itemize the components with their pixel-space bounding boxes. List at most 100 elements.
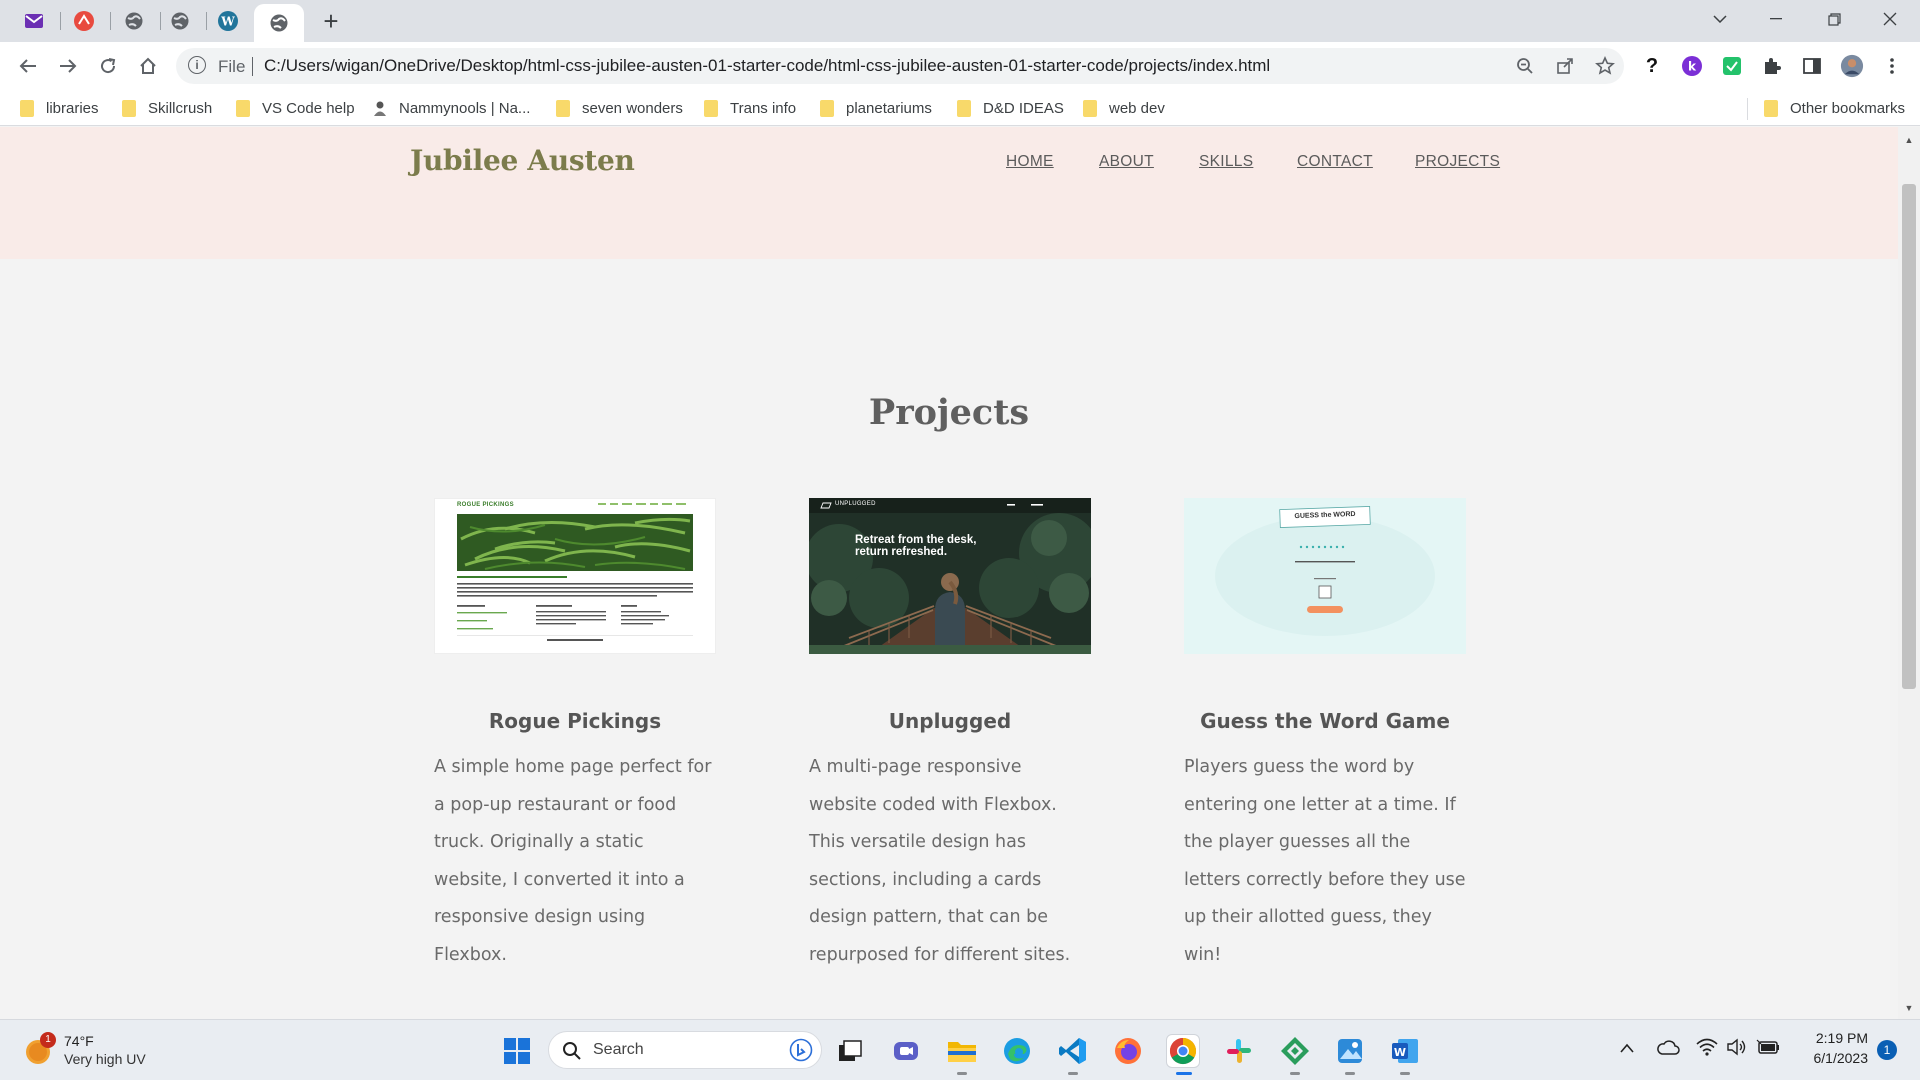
info-icon[interactable]: i: [188, 56, 206, 74]
photo-app-button[interactable]: [1333, 1034, 1367, 1068]
folder-icon: [957, 99, 971, 117]
nav-home[interactable]: HOME: [1006, 153, 1054, 171]
minimize-button[interactable]: [1748, 0, 1804, 38]
bookmark-nammynools[interactable]: Nammynools | Na...: [371, 97, 530, 119]
thumb-headline: Retreat from the desk, return refreshed.: [855, 534, 977, 558]
address-bar[interactable]: i File C:/Users/wigan/OneDrive/Desktop/h…: [176, 48, 1624, 84]
grammar-extension-icon[interactable]: [1720, 54, 1744, 78]
help-extension-icon[interactable]: ?: [1640, 54, 1664, 78]
tab-globe-1[interactable]: [112, 4, 156, 38]
teams-chat-button[interactable]: [889, 1034, 923, 1068]
globe-icon: [270, 14, 288, 32]
unplugged-screenshot[interactable]: UNPLUGGED Retreat from the desk, return …: [809, 498, 1091, 654]
battery-icon: [1756, 1039, 1779, 1054]
word-button[interactable]: W: [1388, 1034, 1422, 1068]
folder-icon: [1083, 99, 1097, 117]
nav-projects[interactable]: PROJECTS: [1415, 153, 1500, 171]
onedrive-tray[interactable]: [1656, 1038, 1680, 1061]
profile-avatar[interactable]: [1840, 54, 1864, 78]
photos-icon: [1338, 1039, 1362, 1063]
weather-widget[interactable]: 1 74°F Very high UV: [20, 1030, 170, 1072]
task-view-button[interactable]: [833, 1034, 867, 1068]
firefox-button[interactable]: [1111, 1034, 1145, 1068]
thumb-preview: [457, 503, 693, 641]
globe-icon: [171, 12, 189, 30]
app-logo-icon: [74, 11, 94, 31]
tab-mail[interactable]: [12, 4, 56, 38]
bookmark-planetariums[interactable]: planetariums: [820, 97, 932, 119]
bookmark-seven-wonders[interactable]: seven wonders: [556, 97, 683, 119]
scroll-thumb[interactable]: [1902, 184, 1916, 689]
site-logo[interactable]: Jubilee Austen: [410, 144, 635, 177]
guess-the-word-screenshot[interactable]: GUESS the WORD: [1184, 498, 1466, 654]
puzzle-extensions-icon[interactable]: [1760, 54, 1784, 78]
bookmark-star-icon[interactable]: [1594, 55, 1616, 77]
project-card: UNPLUGGED Retreat from the desk, return …: [809, 498, 1091, 974]
tab-globe-2[interactable]: [158, 4, 202, 38]
wifi-tray[interactable]: [1696, 1038, 1718, 1061]
project-card: GUESS the WORD Guess the Word Game Playe…: [1184, 498, 1466, 974]
volume-tray[interactable]: [1726, 1038, 1748, 1061]
tab-app[interactable]: [62, 4, 106, 38]
close-icon: [1883, 12, 1897, 26]
back-button[interactable]: [12, 50, 44, 82]
share-icon[interactable]: [1554, 55, 1576, 77]
search-icon: [563, 1042, 581, 1060]
taskbar-search[interactable]: Search: [548, 1031, 822, 1069]
bookmark-libraries[interactable]: libraries: [20, 97, 99, 119]
folder-icon: [20, 99, 34, 117]
tab-current[interactable]: [254, 4, 304, 42]
page-scrollbar[interactable]: ▲ ▼: [1898, 127, 1920, 1019]
close-window-button[interactable]: [1862, 0, 1918, 38]
page-title: Projects: [868, 392, 1030, 433]
restore-button[interactable]: [1806, 0, 1862, 38]
url-text[interactable]: C:/Users/wigan/OneDrive/Desktop/html-css…: [264, 56, 1270, 76]
bookmark-skillcrush[interactable]: Skillcrush: [122, 97, 212, 119]
thumb-preview: [809, 498, 1091, 654]
k-extension-icon[interactable]: k: [1680, 54, 1704, 78]
other-bookmarks[interactable]: Other bookmarks: [1764, 97, 1905, 119]
home-button[interactable]: [132, 50, 164, 82]
cloud-icon: [1657, 1040, 1680, 1055]
slack-button[interactable]: [1222, 1034, 1256, 1068]
task-view-icon: [839, 1040, 862, 1061]
restore-icon: [1827, 12, 1841, 26]
bookmark-vscode-help[interactable]: VS Code help: [236, 97, 355, 119]
bookmark-trans-info[interactable]: Trans info: [704, 97, 796, 119]
new-tab-button[interactable]: +: [314, 6, 348, 36]
tab-wordpress[interactable]: W: [206, 4, 250, 38]
vscode-button[interactable]: [1056, 1034, 1090, 1068]
bookmark-web-dev[interactable]: web dev: [1083, 97, 1165, 119]
nav-contact[interactable]: CONTACT: [1297, 153, 1373, 171]
file-explorer-button[interactable]: [945, 1034, 979, 1068]
edge-button[interactable]: [1000, 1034, 1034, 1068]
page-viewport: Jubilee Austen HOME ABOUT SKILLS CONTACT…: [0, 127, 1898, 1019]
svg-text:W: W: [1394, 1046, 1406, 1059]
side-panel-icon[interactable]: [1800, 54, 1824, 78]
weather-temp: 74°F: [64, 1033, 94, 1049]
nav-skills[interactable]: SKILLS: [1199, 153, 1253, 171]
reload-button[interactable]: [92, 50, 124, 82]
notification-badge[interactable]: 1: [1877, 1040, 1897, 1060]
start-button[interactable]: [500, 1034, 534, 1068]
battery-tray[interactable]: [1756, 1038, 1780, 1061]
weather-condition: Very high UV: [64, 1051, 146, 1067]
scroll-up-arrow[interactable]: ▲: [1904, 135, 1914, 145]
chrome-menu-icon[interactable]: [1880, 54, 1904, 78]
tab-search-button[interactable]: [1692, 0, 1748, 38]
scroll-down-arrow[interactable]: ▼: [1904, 1003, 1914, 1013]
project-description: A simple home page perfect for a pop-up …: [434, 757, 712, 965]
rogue-pickings-screenshot[interactable]: ROGUE PICKINGS: [434, 498, 716, 654]
home-icon: [140, 57, 156, 74]
thumb-brand: UNPLUGGED: [835, 501, 876, 507]
nav-about[interactable]: ABOUT: [1099, 153, 1154, 171]
folder-icon: [236, 99, 250, 117]
folder-icon: [820, 99, 834, 117]
zoom-icon[interactable]: [1514, 55, 1536, 77]
show-hidden-icons[interactable]: [1620, 1040, 1636, 1056]
app-green-button[interactable]: [1278, 1034, 1312, 1068]
bookmark-dnd-ideas[interactable]: D&D IDEAS: [957, 97, 1064, 119]
chrome-button[interactable]: [1166, 1034, 1200, 1068]
clock[interactable]: 2:19 PM 6/1/2023: [1796, 1030, 1869, 1066]
forward-button[interactable]: [52, 50, 84, 82]
